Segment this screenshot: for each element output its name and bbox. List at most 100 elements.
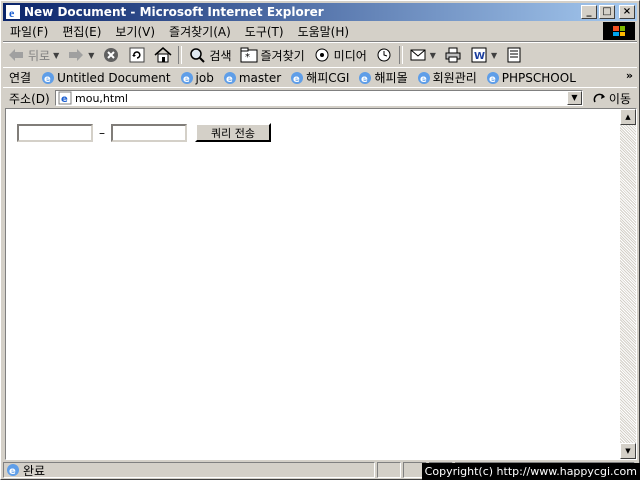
menu-bar: 파일(F) 편집(E) 보기(V) 즐겨찾기(A) 도구(T) 도움말(H) (3, 21, 637, 42)
svg-text:W: W (474, 51, 485, 62)
history-button[interactable] (371, 44, 397, 66)
ie-page-icon: e (291, 71, 304, 85)
scroll-up-icon[interactable]: ▲ (620, 109, 636, 125)
media-icon (313, 46, 331, 64)
address-bar: 주소(D) e mou,html ▼ 이동 (3, 87, 637, 108)
print-icon (444, 46, 462, 64)
close-icon: × (622, 6, 632, 17)
link-label: Untitled Document (57, 70, 171, 85)
forward-dropdown-icon[interactable]: ▼ (88, 51, 94, 60)
link-item[interactable]: e 해피몰 (354, 69, 412, 86)
minimize-button[interactable]: _ (581, 5, 597, 19)
address-url: mou,html (75, 91, 128, 105)
word-edit-icon: W (470, 46, 488, 64)
minimize-icon: _ (586, 6, 592, 17)
print-button[interactable] (440, 44, 466, 66)
text-field-2[interactable] (111, 123, 187, 142)
back-arrow-icon (7, 46, 25, 64)
link-item[interactable]: e Untitled Document (37, 71, 175, 85)
svg-text:*: * (245, 52, 250, 63)
back-label: 뒤로 (28, 48, 51, 63)
svg-text:e: e (9, 466, 16, 477)
forward-arrow-icon (67, 46, 85, 64)
query-form: – 쿼리 전송 (17, 123, 271, 142)
ie-page-icon: e (7, 464, 19, 477)
stop-icon (102, 46, 120, 64)
toolbar-separator (398, 46, 403, 64)
close-button[interactable]: × (619, 5, 635, 19)
svg-text:e: e (44, 74, 51, 85)
status-main-pane: e 완료 (3, 462, 375, 478)
link-item[interactable]: e PHPSCHOOL (482, 71, 581, 85)
link-label: 해피CGI (306, 71, 350, 85)
favorites-button[interactable]: * 즐겨찾기 (236, 44, 309, 66)
media-button[interactable]: 미디어 (309, 44, 371, 66)
home-icon (154, 46, 172, 64)
ie-page-icon: e (58, 91, 72, 105)
svg-text:e: e (420, 74, 427, 85)
menu-file[interactable]: 파일(F) (3, 23, 55, 40)
svg-text:e: e (489, 74, 496, 85)
svg-text:e: e (361, 74, 368, 85)
link-item[interactable]: e job (176, 71, 219, 85)
go-arrow-icon (593, 93, 605, 102)
menu-view[interactable]: 보기(V) (108, 23, 162, 40)
stop-button[interactable] (98, 44, 124, 66)
link-label: 회원관리 (432, 71, 477, 85)
edit-dropdown-icon[interactable]: ▼ (491, 51, 497, 60)
link-item[interactable]: e master (219, 71, 286, 85)
svg-text:e: e (226, 74, 233, 85)
refresh-button[interactable] (124, 44, 150, 66)
ie-page-icon: e (417, 71, 430, 85)
link-item[interactable]: e 회원관리 (413, 69, 482, 86)
favorites-icon: * (240, 46, 258, 64)
go-button[interactable]: 이동 (593, 90, 631, 107)
address-input[interactable]: e mou,html ▼ (55, 90, 583, 106)
menu-help[interactable]: 도움말(H) (291, 23, 357, 40)
maximize-icon: □ (602, 6, 612, 17)
ie-logo-icon: e (6, 5, 20, 19)
menu-favorites[interactable]: 즐겨찾기(A) (162, 23, 238, 40)
browser-window: e New Document - Microsoft Internet Expl… (0, 0, 640, 480)
links-overflow-chevron-icon[interactable]: » (626, 69, 633, 82)
edit-button[interactable]: W ▼ (466, 44, 501, 66)
menu-edit[interactable]: 편집(E) (55, 23, 108, 40)
forward-button[interactable]: ▼ (63, 44, 98, 66)
vertical-scrollbar[interactable]: ▲ ▼ (620, 109, 636, 459)
media-label: 미디어 (333, 48, 367, 63)
maximize-button[interactable]: □ (599, 5, 615, 19)
window-controls: _ □ × (581, 5, 635, 19)
document-body: – 쿼리 전송 (6, 109, 620, 459)
status-text: 완료 (23, 463, 46, 478)
link-label: job (195, 70, 214, 85)
mail-button[interactable]: ▼ (405, 44, 440, 66)
link-item[interactable]: e 해피CGI (286, 69, 354, 86)
ie-page-icon: e (42, 71, 55, 85)
back-dropdown-icon[interactable]: ▼ (53, 51, 59, 60)
menu-tools[interactable]: 도구(T) (238, 23, 291, 40)
text-field-1[interactable] (17, 123, 93, 142)
links-bar: 연결 e Untitled Document e job e master e 해피CG… (3, 67, 637, 88)
ie-page-icon: e (180, 71, 193, 85)
submit-query-button[interactable]: 쿼리 전송 (195, 123, 271, 142)
window-title: New Document - Microsoft Internet Explor… (24, 5, 324, 19)
search-icon (188, 46, 206, 64)
ie-page-icon: e (486, 71, 499, 85)
search-label: 검색 (209, 48, 232, 63)
address-dropdown-icon[interactable]: ▼ (567, 91, 582, 105)
svg-text:e: e (61, 94, 68, 105)
page-viewport: – 쿼리 전송 ▲ ▼ (5, 108, 637, 460)
mail-icon (409, 46, 427, 64)
discuss-button[interactable] (501, 44, 527, 66)
discuss-icon (505, 46, 523, 64)
back-button[interactable]: 뒤로 ▼ (3, 44, 63, 66)
home-button[interactable] (150, 44, 176, 66)
field-separator: – (99, 125, 105, 140)
mail-dropdown-icon[interactable]: ▼ (430, 51, 436, 60)
toolbar-separator (178, 46, 183, 64)
search-button[interactable]: 검색 (184, 44, 235, 66)
windows-logo-icon (603, 22, 635, 40)
status-pane (377, 462, 401, 478)
favorites-label: 즐겨찾기 (260, 48, 305, 63)
scroll-down-icon[interactable]: ▼ (620, 443, 636, 459)
